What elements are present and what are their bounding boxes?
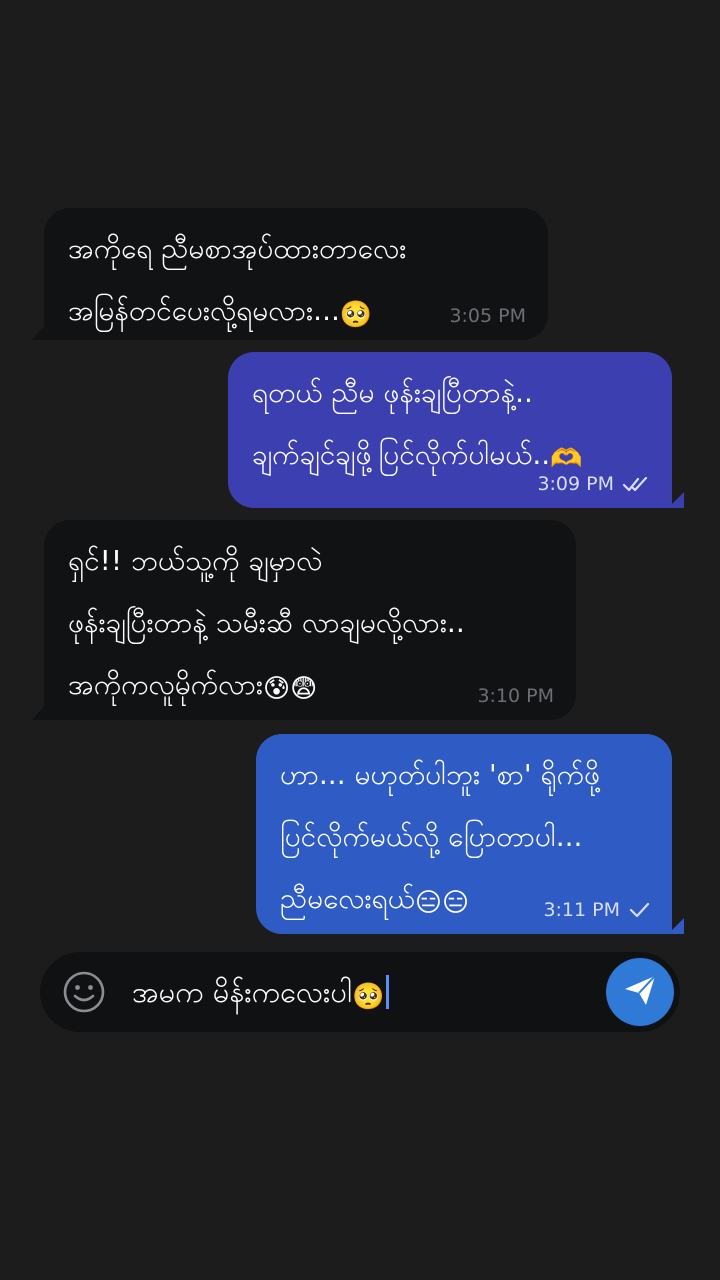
message-text-line: ဟာ... မဟုတ်ပါဘူး 'စာ' ရိုက်ဖို့ (280, 758, 600, 791)
bubble-tail (668, 492, 684, 508)
message-input-text: အမက မိန်းကလေးပါ (132, 975, 352, 1009)
heart-hands-emoji: 🫶 (550, 444, 583, 474)
message-meta: 3:11 PM (543, 898, 650, 922)
smile-icon[interactable] (62, 970, 106, 1014)
message-timestamp: 3:10 PM (477, 685, 554, 707)
chat-screen: အကိုရေ ညီမစာအုပ်ထားတာလေး အမြန်တင်ပေးလို့… (0, 0, 720, 1280)
bubble-tail (668, 918, 684, 934)
message-text-line: ရှင်!! ဘယ်သူ့ကို ချမှာလဲ (68, 544, 323, 577)
bubble-tail (32, 324, 46, 340)
message-text-line: အကိုရေ ညီမစာအုပ်ထားတာလေး (68, 232, 407, 265)
single-check-icon (628, 901, 650, 919)
message-input[interactable]: အမက မိန်းကလေးပါ🥺 (132, 952, 390, 1032)
message-bubble-incoming[interactable]: ရှင်!! ဘယ်သူ့ကို ချမှာလဲ ဖုန်းချပြီးတာနဲ… (32, 520, 576, 720)
message-text-line: ပြင်လိုက်မယ်လို့ ပြောတာပါ... (280, 820, 583, 853)
message-text-line: ရတယ် ညီမ ဖုန်းချပြီတာနဲ့.. (252, 376, 533, 409)
message-text-segment: ညီမလေးရယ် (280, 882, 415, 915)
message-composer: အမက မိန်းကလေးပါ🥺 (40, 952, 680, 1032)
anxious-face-emoji: 😰😨 (263, 674, 318, 704)
pleading-face-emoji: 🥺 (339, 300, 373, 330)
bubble-tail (32, 704, 46, 720)
send-button[interactable] (606, 958, 674, 1026)
pleading-face-emoji: 🥺 (351, 982, 385, 1012)
message-meta: 3:10 PM (477, 684, 554, 708)
message-text-segment: ချက်ချင်ချဖို့ပြင်လိုက်ပါမယ်.. (252, 438, 551, 471)
message-bubble-outgoing[interactable]: ရတယ် ညီမ ဖုန်းချပြီတာနဲ့.. ချက်ချင်ချဖို… (228, 352, 684, 508)
message-bubble-incoming[interactable]: အကိုရေ ညီမစာအုပ်ထားတာလေး အမြန်တင်ပေးလို့… (32, 208, 548, 340)
message-text-line: ဖုန်းချပြီးတာနဲ့ သမီးဆီ လာချမလို့လား.. (68, 606, 465, 639)
message-timestamp: 3:05 PM (449, 305, 526, 327)
text-caret (386, 975, 390, 1009)
message-bubble-outgoing[interactable]: ဟာ... မဟုတ်ပါဘူး 'စာ' ရိုက်ဖို့ ပြင်လိုက… (256, 734, 684, 934)
message-text-segment: အကိုကလူမိုက်လား (68, 668, 264, 701)
expressionless-face-emoji: 😑😑 (414, 888, 470, 918)
message-timestamp: 3:09 PM (537, 473, 614, 495)
message-meta: 3:09 PM (537, 472, 650, 496)
message-text-segment: အမြန်တင်ပေးလို့ရမလား... (68, 294, 340, 327)
message-meta: 3:05 PM (449, 304, 526, 328)
double-check-icon (622, 475, 650, 493)
send-icon (620, 970, 660, 1014)
message-timestamp: 3:11 PM (543, 899, 620, 921)
